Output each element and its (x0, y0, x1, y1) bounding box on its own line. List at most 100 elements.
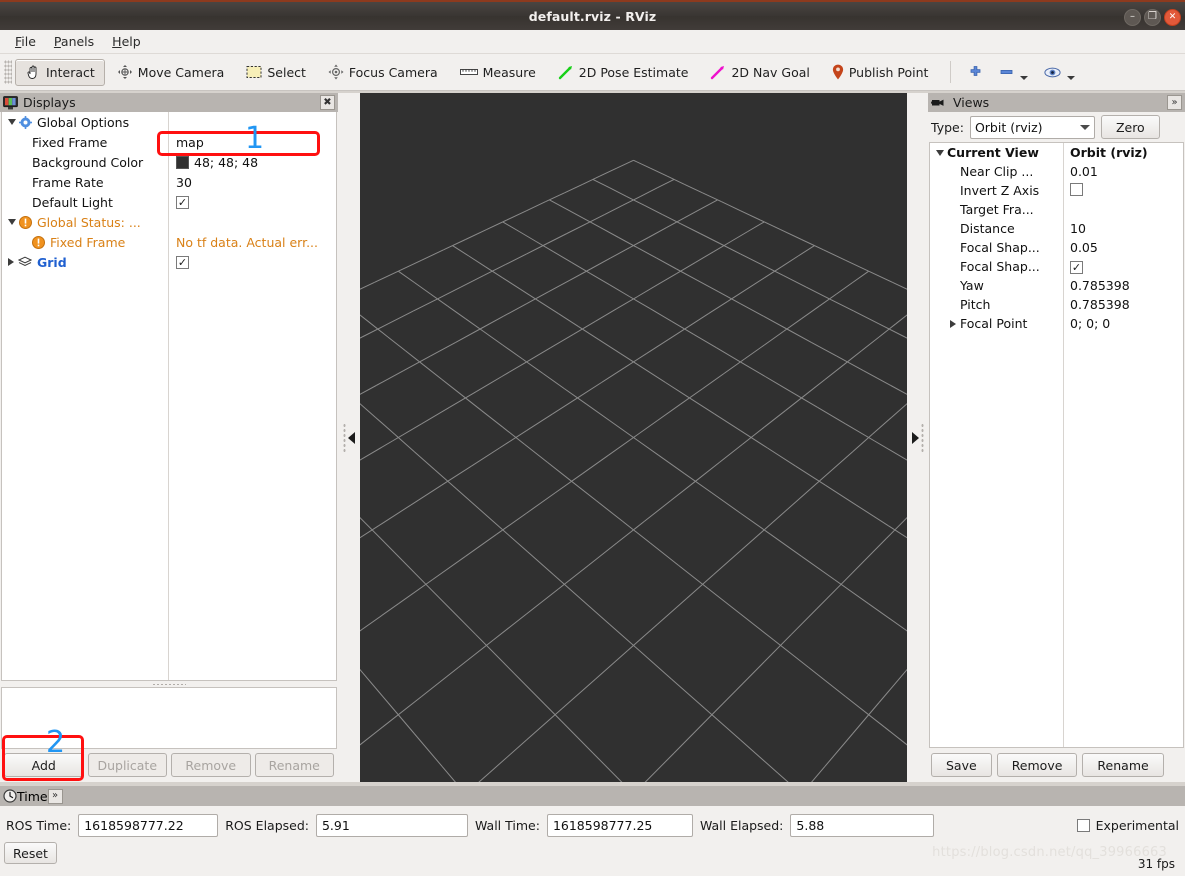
visibility-button[interactable] (1037, 59, 1082, 86)
display-checkbox-grid[interactable]: ✓ (176, 255, 189, 269)
display-value-status-fixed-frame[interactable]: No tf data. Actual err... (176, 235, 318, 250)
menu-file[interactable]: File (6, 32, 45, 51)
displays-panel-title: Displays (23, 95, 76, 110)
display-row-global-status[interactable]: Global Status: ... (2, 212, 336, 232)
close-button[interactable]: ✕ (1164, 8, 1181, 26)
view-value-focal-point[interactable]: 0; 0; 0 (1070, 316, 1110, 331)
views-save-label: Save (946, 757, 977, 773)
ros-time-input[interactable]: 1618598777.22 (78, 814, 219, 837)
tool-2d-pose-estimate[interactable]: 2D Pose Estimate (548, 59, 699, 86)
display-row-default-light[interactable]: Default Light ✓ (2, 192, 336, 212)
view-checkbox-invert-z-axis[interactable] (1070, 182, 1083, 196)
display-row-global-options[interactable]: Global Options (2, 112, 336, 132)
close-icon: ✕ (1168, 11, 1177, 22)
display-row-background-color[interactable]: Background Color 48; 48; 48 (2, 152, 336, 172)
right-splitter[interactable] (907, 93, 929, 782)
views-tree[interactable]: Current View Orbit (rviz) Near Clip ... 0.0… (929, 142, 1184, 748)
view-value-pitch[interactable]: 0.785398 (1070, 297, 1130, 312)
view-value-yaw[interactable]: 0.785398 (1070, 278, 1130, 293)
views-remove-button[interactable]: Remove (996, 753, 1078, 777)
display-label-status-fixed-frame: Fixed Frame (50, 234, 126, 250)
ros-elapsed-input[interactable]: 5.91 (315, 814, 468, 837)
view-value-current-view[interactable]: Orbit (rviz) (1070, 145, 1148, 160)
view-value-distance[interactable]: 10 (1070, 221, 1086, 236)
tool-measure[interactable]: Measure (450, 59, 546, 86)
view-row-focal-point[interactable]: Focal Point 0; 0; 0 (930, 314, 1183, 333)
warning-icon (19, 215, 32, 229)
display-row-frame-rate[interactable]: Frame Rate 30 (2, 172, 336, 192)
wall-time-input[interactable]: 1618598777.25 (546, 814, 693, 837)
tool-publish-point[interactable]: Publish Point (822, 59, 939, 86)
wall-elapsed-input[interactable]: 5.88 (790, 814, 935, 837)
tool-move-camera-label: Move Camera (137, 64, 225, 80)
minimize-button[interactable]: – (1124, 8, 1141, 26)
zoom-in-button[interactable] (961, 59, 990, 86)
time-panel-header: Time » (0, 786, 1185, 806)
views-rename-button[interactable]: Rename (1082, 753, 1164, 777)
view-type-value: Orbit (rviz) (974, 119, 1043, 135)
toolbar-grip[interactable] (4, 60, 12, 84)
zoom-out-button[interactable] (992, 59, 1035, 86)
eye-icon (1044, 67, 1062, 78)
view-row-invert-z-axis[interactable]: Invert Z Axis (930, 181, 1183, 200)
displays-panel-header: Displays ✖ (0, 93, 338, 112)
display-value-fixed-frame[interactable]: map (176, 135, 204, 150)
duplicate-button[interactable]: Duplicate (87, 753, 167, 777)
tool-2d-nav-goal[interactable]: 2D Nav Goal (700, 59, 819, 86)
view-type-combobox[interactable]: Orbit (rviz) (969, 115, 1095, 139)
zero-button[interactable]: Zero (1100, 115, 1160, 139)
expander-collapse-icon[interactable] (8, 119, 16, 125)
view-row-distance[interactable]: Distance 10 (930, 219, 1183, 238)
view-value-focal-shape-size[interactable]: 0.05 (1070, 240, 1098, 255)
view-label-focal-point: Focal Point (960, 316, 1028, 331)
rename-button[interactable]: Rename (254, 753, 334, 777)
view-row-focal-shape-fixed[interactable]: Focal Shap... ✓ (930, 257, 1183, 276)
tool-interact[interactable]: Interact (15, 58, 105, 86)
remove-button[interactable]: Remove (171, 753, 251, 777)
menu-help-mnemonic: H (112, 34, 122, 49)
experimental-checkbox[interactable] (1076, 819, 1090, 832)
window-controls: – ❐ ✕ (1124, 2, 1181, 32)
display-row-status-fixed-frame[interactable]: Fixed Frame No tf data. Actual err... (2, 232, 336, 252)
menu-help[interactable]: Help (103, 32, 150, 51)
view-row-target-frame[interactable]: Target Fra... (930, 200, 1183, 219)
collapse-right-icon[interactable] (912, 431, 919, 444)
maximize-button[interactable]: ❐ (1144, 8, 1161, 26)
view-row-near-clip[interactable]: Near Clip ... 0.01 (930, 162, 1183, 181)
view-value-near-clip[interactable]: 0.01 (1070, 164, 1098, 179)
3d-viewport[interactable] (360, 93, 907, 782)
reset-button[interactable]: Reset (4, 842, 57, 864)
color-swatch[interactable] (176, 155, 189, 169)
left-splitter[interactable] (338, 93, 360, 782)
views-save-button[interactable]: Save (931, 753, 992, 777)
display-row-fixed-frame[interactable]: Fixed Frame map (2, 132, 336, 152)
view-row-current-view[interactable]: Current View Orbit (rviz) (930, 143, 1183, 162)
view-row-yaw[interactable]: Yaw 0.785398 (930, 276, 1183, 295)
view-label-yaw: Yaw (960, 278, 984, 293)
zoom-out-dropdown-arrow[interactable] (1020, 75, 1029, 80)
time-panel: Time » ROS Time: 1618598777.22 ROS Elaps… (0, 786, 1185, 876)
view-row-focal-shape-size[interactable]: Focal Shap... 0.05 (930, 238, 1183, 257)
display-row-grid[interactable]: Grid ✓ (2, 252, 336, 272)
tool-select[interactable]: Select (236, 59, 316, 86)
expander-collapse-icon[interactable] (936, 149, 944, 156)
displays-tree[interactable]: Global Options Fixed Frame map Background C… (1, 112, 337, 681)
add-button[interactable]: Add (4, 753, 84, 777)
visibility-dropdown-arrow[interactable] (1067, 75, 1076, 80)
menubar: File Panels Help (0, 30, 1185, 54)
tool-move-camera[interactable]: Move Camera (107, 59, 235, 86)
displays-close-icon[interactable]: ✖ (320, 95, 335, 110)
expander-expand-icon[interactable] (950, 319, 956, 328)
expander-collapse-icon[interactable] (8, 219, 16, 225)
grid-icon (18, 256, 32, 268)
display-checkbox-default-light[interactable]: ✓ (176, 195, 189, 209)
collapse-left-icon[interactable] (348, 431, 355, 444)
expander-expand-icon[interactable] (8, 258, 14, 266)
view-checkbox-focal-shape-fixed[interactable]: ✓ (1070, 261, 1083, 274)
menu-panels[interactable]: Panels (45, 32, 103, 51)
tool-focus-camera[interactable]: Focus Camera (318, 59, 448, 86)
display-value-frame-rate[interactable]: 30 (176, 175, 192, 190)
views-close-icon[interactable]: » (1167, 95, 1182, 110)
view-row-pitch[interactable]: Pitch 0.785398 (930, 295, 1183, 314)
time-close-icon[interactable]: » (47, 788, 63, 804)
